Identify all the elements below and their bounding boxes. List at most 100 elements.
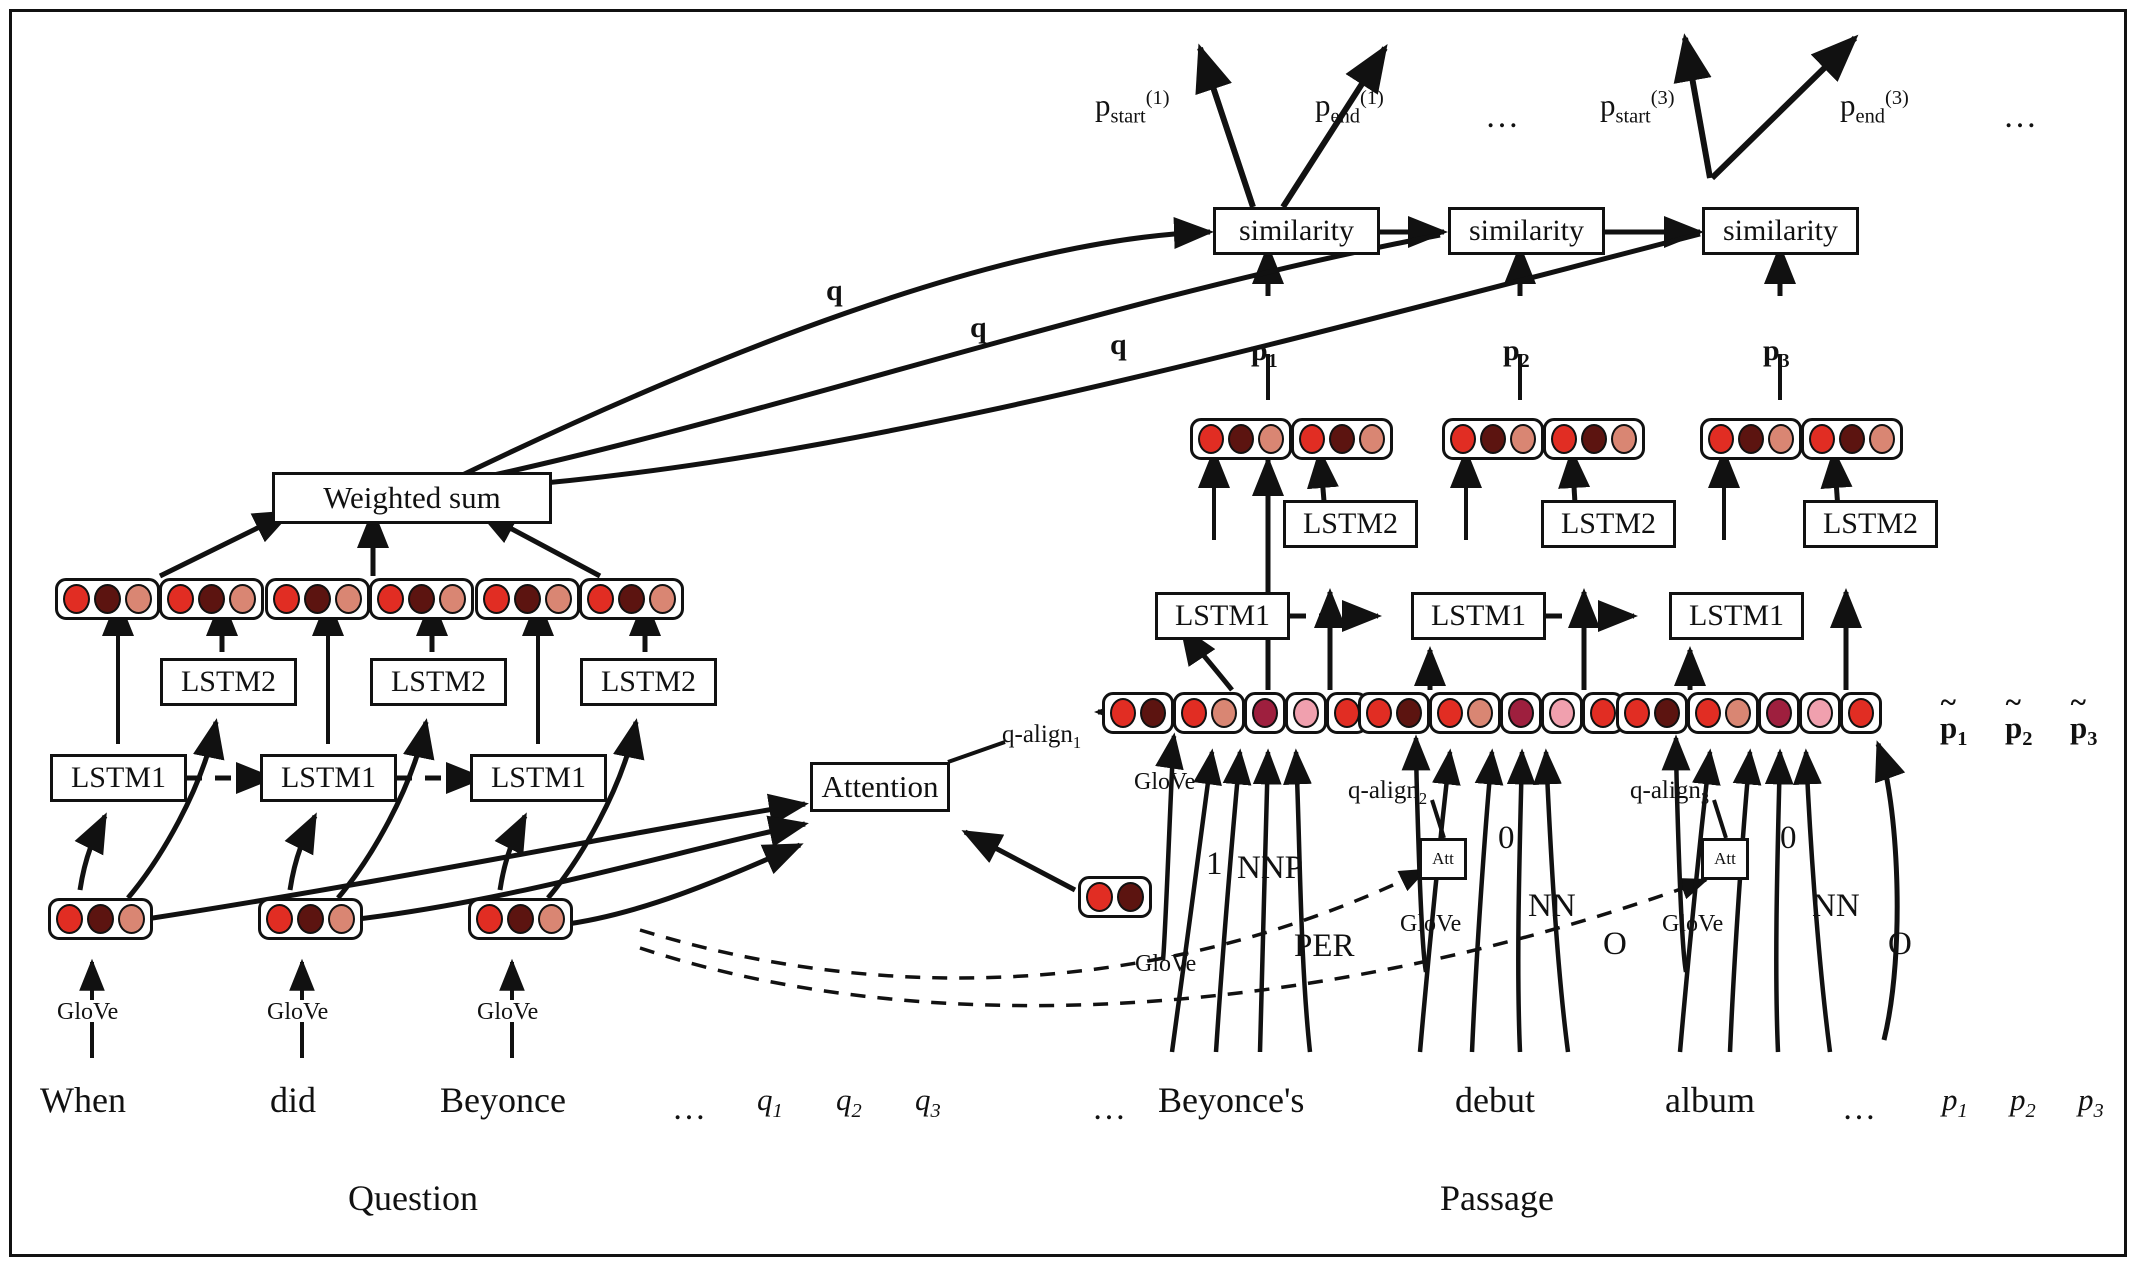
question-ellipsis: … <box>672 1090 706 1127</box>
passage-lstm1-2[interactable]: LSTM1 <box>1411 592 1546 640</box>
embedding-dot <box>304 584 331 614</box>
attention-box[interactable]: Attention <box>810 762 950 812</box>
embedding-dot <box>1725 698 1751 728</box>
embedding-dot <box>1839 424 1865 454</box>
embedding-dot <box>1809 424 1835 454</box>
question-output-embedding-2 <box>265 578 474 620</box>
section-label-passage: Passage <box>1440 1178 1554 1218</box>
embedding-group <box>1801 418 1903 460</box>
p-vector-label-3: p3 <box>1763 334 1790 372</box>
passage-output-embedding-3 <box>1700 418 1903 460</box>
embedding-dot <box>1359 424 1385 454</box>
embedding-dot <box>476 904 503 934</box>
passage-lstm2-1[interactable]: LSTM2 <box>1283 500 1418 548</box>
embedding-dot <box>125 584 152 614</box>
embedding-group <box>1244 692 1286 734</box>
similarity-box-1[interactable]: similarity <box>1213 207 1380 255</box>
embedding-dot <box>514 584 541 614</box>
pos-feature-3: NN <box>1812 888 1860 924</box>
embedding-dot <box>1590 698 1616 728</box>
embedding-group <box>1840 692 1882 734</box>
embedding-dot <box>1508 698 1534 728</box>
question-lstm2-3[interactable]: LSTM2 <box>580 658 717 706</box>
p-vector-label-2: p2 <box>1503 334 1530 372</box>
glove-label-passage-2: GloVe <box>1400 911 1462 937</box>
embedding-dot <box>1117 882 1144 912</box>
embedding-dot <box>1110 698 1136 728</box>
diagram-canvas: pstart(1) pend(1) … pstart(3) pend(3) … … <box>0 0 2138 1268</box>
glove-label-question-1: GloVe <box>57 999 119 1025</box>
passage-lstm2-2[interactable]: LSTM2 <box>1541 500 1676 548</box>
embedding-dot <box>1258 424 1284 454</box>
passage-leading-ellipsis: … <box>1092 1090 1126 1127</box>
passage-index-1: p1 <box>1942 1082 1968 1123</box>
ner-feature-3: O <box>1888 926 1912 962</box>
question-word-2: did <box>270 1080 317 1120</box>
embedding-dot <box>1334 698 1360 728</box>
output-ellipsis-2: … <box>2003 98 2037 135</box>
question-index-3: q3 <box>915 1082 941 1123</box>
question-lstm2-1[interactable]: LSTM2 <box>160 658 297 706</box>
aligned-passage-label-3: ~ p3 <box>2070 687 2098 751</box>
output-label-p-end-1: pend(1) <box>1315 87 1384 128</box>
embedding-dot <box>266 904 293 934</box>
embedding-dot <box>1086 882 1113 912</box>
embedding-dot <box>1396 698 1422 728</box>
question-lstm1-2[interactable]: LSTM1 <box>260 754 397 802</box>
embedding-group <box>1687 692 1759 734</box>
question-word-1: When <box>40 1080 126 1120</box>
figure-border <box>9 9 2127 1257</box>
embedding-group <box>1442 418 1544 460</box>
embedding-group <box>579 578 684 620</box>
p-vector-label-1: p1 <box>1251 334 1278 372</box>
similarity-box-2[interactable]: similarity <box>1448 207 1605 255</box>
embedding-dot <box>1181 698 1207 728</box>
passage-input-embedding-3 <box>1616 692 1882 734</box>
passage-lstm1-1[interactable]: LSTM1 <box>1155 592 1290 640</box>
embedding-dot <box>1807 698 1833 728</box>
output-label-p-end-3: pend(3) <box>1840 87 1909 128</box>
embedding-group <box>1173 692 1245 734</box>
embedding-dot <box>1738 424 1764 454</box>
similarity-box-3[interactable]: similarity <box>1702 207 1859 255</box>
embedding-dot <box>507 904 534 934</box>
passage-output-embedding-2 <box>1442 418 1645 460</box>
question-lstm2-2[interactable]: LSTM2 <box>370 658 507 706</box>
embedding-dot <box>328 904 355 934</box>
embedding-group <box>1190 418 1292 460</box>
att-box-2[interactable]: Att <box>1419 838 1467 880</box>
pos-feature-1: NNP <box>1237 850 1304 886</box>
passage-lstm1-3[interactable]: LSTM1 <box>1669 592 1804 640</box>
embedding-dot <box>1654 698 1680 728</box>
embedding-dot <box>1480 424 1506 454</box>
embedding-dot <box>94 584 121 614</box>
question-output-embedding-3 <box>475 578 684 620</box>
passage-word-1: Beyonce's <box>1158 1080 1305 1120</box>
embedding-dot <box>649 584 676 614</box>
question-lstm1-1[interactable]: LSTM1 <box>50 754 187 802</box>
aligned-question-embedding <box>1078 876 1152 918</box>
embedding-dot <box>1366 698 1392 728</box>
question-word-3: Beyonce <box>440 1080 566 1120</box>
weighted-sum-box[interactable]: Weighted sum <box>272 472 552 524</box>
q-align-label-3: q-align3 <box>1630 777 1710 808</box>
ner-feature-2: O <box>1603 926 1627 962</box>
embedding-dot <box>335 584 362 614</box>
embedding-group <box>1285 692 1327 734</box>
att-box-3[interactable]: Att <box>1701 838 1749 880</box>
embedding-dot <box>1551 424 1577 454</box>
pos-feature-2: NN <box>1528 888 1576 924</box>
embedding-dot <box>618 584 645 614</box>
embedding-dot <box>1198 424 1224 454</box>
aligned-passage-label-2: ~ p2 <box>2005 687 2033 751</box>
embedding-dot <box>1848 698 1874 728</box>
embedding-dot <box>1437 698 1463 728</box>
q-vector-label-3: q <box>1110 328 1127 361</box>
embedding-dot <box>1293 698 1319 728</box>
embedding-dot <box>1329 424 1355 454</box>
embedding-dot <box>273 584 300 614</box>
passage-lstm2-3[interactable]: LSTM2 <box>1803 500 1938 548</box>
question-input-embedding-3 <box>468 898 573 940</box>
embedding-group <box>1291 418 1393 460</box>
question-lstm1-3[interactable]: LSTM1 <box>470 754 607 802</box>
